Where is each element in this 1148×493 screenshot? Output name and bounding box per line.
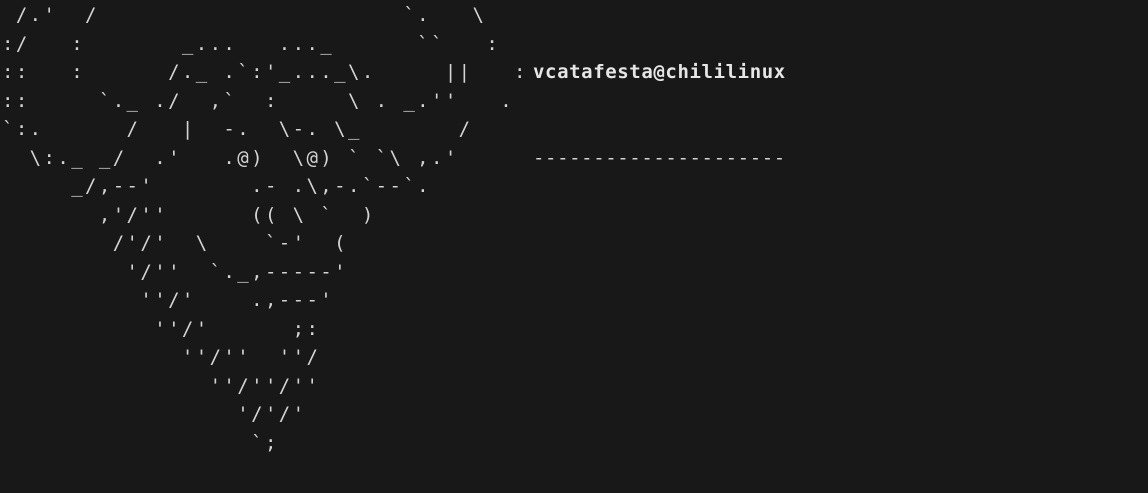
ascii-logo-line: \:._ _/ .' .@) \@) ` `\ ,.' (2, 146, 459, 169)
ascii-logo-line: _/,--' .- .\,-.`--`. (2, 175, 432, 197)
ascii-logo: /.' / `. \:/ : _... ..._ `` ::: : /._ .`… (2, 1, 528, 457)
terminal-window[interactable]: /.' / `. \:/ : _... ..._ `` ::: : /._ .`… (0, 0, 1148, 493)
ascii-logo-line: ''/' .,---' (2, 289, 335, 311)
ascii-logo-line: ''/'' ''/ (2, 346, 321, 368)
ascii-logo-line: ''/''/'' (2, 374, 321, 397)
ascii-logo-line: /'/' \ `-' ( (2, 232, 348, 254)
user-host-label: vcatafesta@chililinux (533, 61, 786, 83)
ascii-logo-line: '/'/' (2, 403, 307, 425)
ascii-logo-line: `:. / | -. \-. \_ / (2, 118, 473, 140)
separator-line: --------------------- (533, 146, 786, 169)
ascii-logo-line: '/'' `._,-----' (2, 260, 348, 283)
ascii-logo-line: :: `._ ./ ,` : \ . _.'' . (2, 89, 515, 112)
ascii-logo-line: ''/' ;: (2, 317, 321, 340)
ascii-logo-line: `; (2, 431, 279, 454)
ascii-logo-line: ,'/'' (( \ ` ) (2, 203, 376, 226)
ascii-logo-line: :/ : _... ..._ `` : (2, 32, 501, 55)
system-info: vcatafesta@chililinux ------------------… (533, 1, 786, 229)
ascii-logo-line: :: : /._ .`:'_..._\. || : (2, 61, 528, 83)
ascii-logo-line: /.' / `. \ (2, 4, 487, 26)
